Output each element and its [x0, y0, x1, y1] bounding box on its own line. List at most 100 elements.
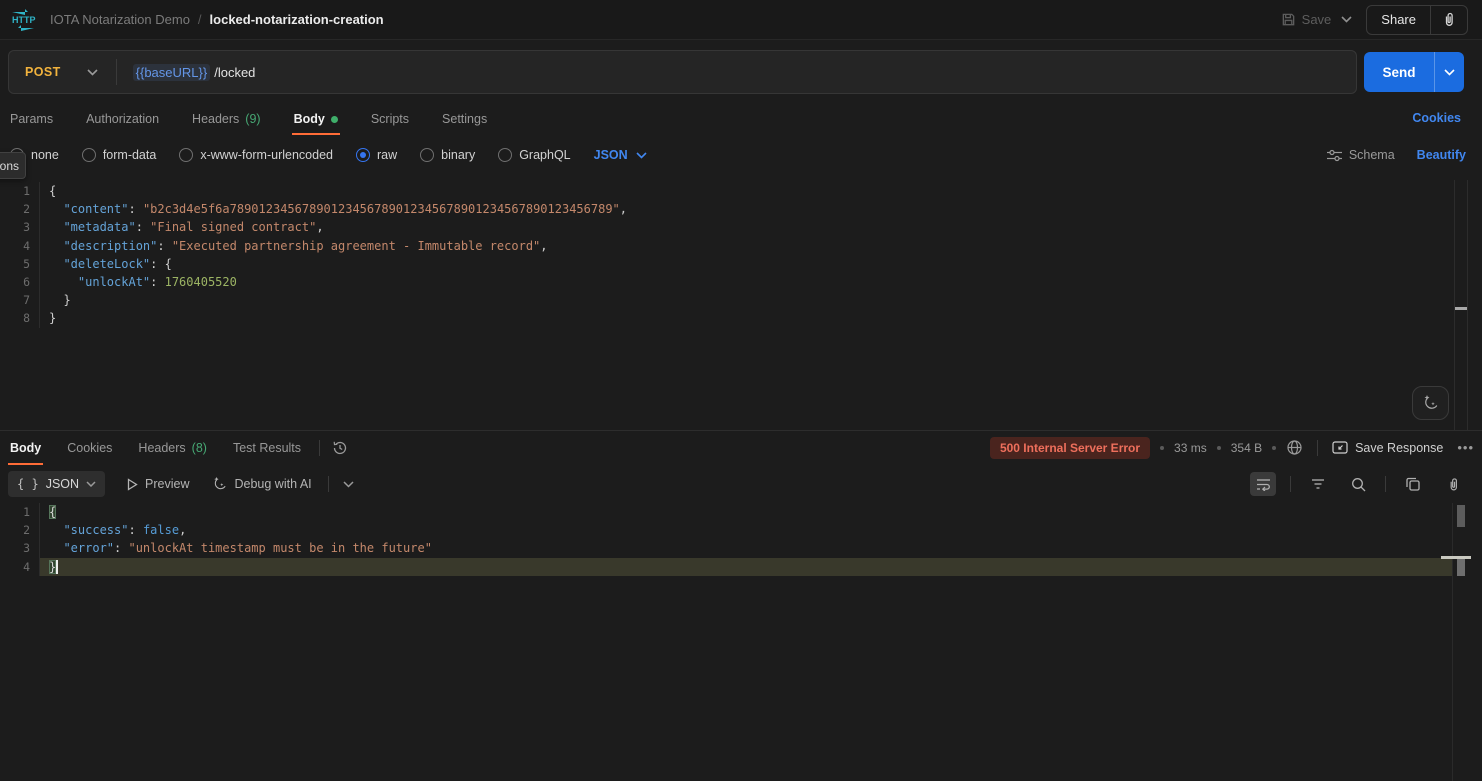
- send-button-group: Send: [1364, 52, 1464, 92]
- breadcrumb-collection[interactable]: IOTA Notarization Demo: [50, 12, 190, 27]
- language-label: JSON: [594, 148, 628, 162]
- code-line[interactable]: 3 "metadata": "Final signed contract",: [0, 218, 1452, 236]
- tab-label: Body: [10, 441, 41, 455]
- code-line[interactable]: 3 "error": "unlockAt timestamp must be i…: [0, 539, 1452, 557]
- line-number: 5: [0, 255, 40, 273]
- unsaved-changes-dot: [331, 116, 338, 123]
- preview-label: Preview: [145, 477, 189, 491]
- body-type-graphql[interactable]: GraphQL: [498, 148, 570, 162]
- save-button[interactable]: Save: [1281, 12, 1332, 27]
- debug-with-ai-button[interactable]: Debug with AI: [212, 476, 312, 492]
- beautify-button[interactable]: Beautify: [1417, 148, 1466, 162]
- copy-link-icon[interactable]: [1430, 6, 1467, 34]
- line-number: 1: [0, 182, 40, 200]
- braces-icon: { }: [17, 477, 39, 491]
- tab-label: Headers: [192, 112, 239, 126]
- copy-icon[interactable]: [1400, 472, 1426, 496]
- save-response-button[interactable]: Save Response: [1332, 441, 1443, 455]
- code-line[interactable]: 8}: [0, 309, 1452, 327]
- response-history-icon[interactable]: [332, 440, 348, 456]
- code-line[interactable]: 5 "deleteLock": {: [0, 255, 1452, 273]
- toolbar-chevron-icon[interactable]: [343, 481, 354, 488]
- share-button-group: Share: [1366, 5, 1468, 35]
- radio-icon: [356, 148, 370, 162]
- cookies-link[interactable]: Cookies: [1412, 111, 1461, 125]
- request-tab-scripts[interactable]: Scripts: [369, 104, 411, 134]
- code-line[interactable]: 1{: [0, 503, 1452, 521]
- response-body-editor[interactable]: 1{2 "success": false,3 "error": "unlockA…: [0, 503, 1452, 576]
- line-number: 6: [0, 273, 40, 291]
- filter-icon[interactable]: [1305, 472, 1331, 496]
- wrap-text-button[interactable]: [1250, 472, 1276, 496]
- request-body-editor[interactable]: 1{2 "content": "b2c3d4e5f6a7890123456789…: [0, 182, 1452, 328]
- response-format-selector[interactable]: { } JSON: [8, 471, 105, 497]
- body-type-binary[interactable]: binary: [420, 148, 475, 162]
- send-button[interactable]: Send: [1364, 52, 1434, 92]
- body-type-options: noneform-datax-www-form-urlencodedrawbin…: [10, 140, 1312, 170]
- sliders-icon: [1327, 149, 1342, 162]
- body-type-x-www-form-urlencoded[interactable]: x-www-form-urlencoded: [179, 148, 333, 162]
- cursor-position-marker: [1441, 556, 1471, 559]
- url-input[interactable]: {{baseURL}} /locked: [133, 64, 256, 81]
- code-line[interactable]: 4}: [0, 558, 1452, 576]
- request-tab-headers[interactable]: Headers(9): [190, 104, 263, 134]
- http-request-icon: HTTP: [10, 9, 36, 31]
- code-content: }: [40, 309, 1452, 327]
- status-badge[interactable]: 500 Internal Server Error: [990, 437, 1150, 459]
- schema-button[interactable]: Schema: [1327, 148, 1395, 162]
- breadcrumb-separator: /: [198, 12, 202, 27]
- code-line[interactable]: 4 "description": "Executed partnership a…: [0, 237, 1452, 255]
- edge-tooltip-fragment: ons: [0, 152, 26, 179]
- code-line[interactable]: 2 "content": "b2c3d4e5f6a789012345678901…: [0, 200, 1452, 218]
- request-url-bar: POST {{baseURL}} /locked: [8, 50, 1357, 94]
- preview-button[interactable]: Preview: [127, 477, 189, 491]
- response-tab-test-results[interactable]: Test Results: [231, 431, 303, 464]
- response-tab-headers[interactable]: Headers(8): [136, 431, 209, 464]
- share-button[interactable]: Share: [1367, 12, 1430, 27]
- request-tab-settings[interactable]: Settings: [440, 104, 489, 134]
- request-tab-authorization[interactable]: Authorization: [84, 104, 161, 134]
- postbot-ai-button[interactable]: [1412, 386, 1449, 420]
- line-number: 8: [0, 309, 40, 327]
- radio-label: GraphQL: [519, 148, 570, 162]
- body-type-raw[interactable]: raw: [356, 148, 397, 162]
- language-selector[interactable]: JSON: [594, 148, 647, 162]
- response-tab-body[interactable]: Body: [8, 431, 43, 464]
- code-line[interactable]: 1{: [0, 182, 1452, 200]
- response-time[interactable]: 33 ms: [1174, 441, 1207, 455]
- response-tab-cookies[interactable]: Cookies: [65, 431, 114, 464]
- code-line[interactable]: 6 "unlockAt": 1760405520: [0, 273, 1452, 291]
- code-content: }: [40, 291, 1452, 309]
- tab-count-badge: (8): [192, 441, 207, 455]
- meta-separator-dot: [1272, 446, 1276, 450]
- line-number: 4: [0, 237, 40, 255]
- radio-label: binary: [441, 148, 475, 162]
- save-options-chevron-icon[interactable]: [1341, 16, 1352, 23]
- body-type-form-data[interactable]: form-data: [82, 148, 157, 162]
- request-tabs: Params Authorization Headers(9) Body Scripts…: [8, 104, 518, 134]
- method-selector[interactable]: POST: [9, 65, 116, 79]
- request-tab-params[interactable]: Params: [8, 104, 55, 134]
- save-icon: [1281, 12, 1296, 27]
- network-globe-icon[interactable]: [1286, 439, 1303, 456]
- line-number: 1: [0, 503, 40, 521]
- more-options-icon[interactable]: •••: [1457, 440, 1474, 455]
- method-chevron-icon: [87, 69, 98, 76]
- url-variable-chip[interactable]: {{baseURL}}: [133, 64, 211, 81]
- link-icon[interactable]: [1440, 472, 1466, 496]
- request-tab-body[interactable]: Body: [292, 104, 340, 134]
- url-path[interactable]: /locked: [214, 65, 255, 80]
- tab-label: Settings: [442, 112, 487, 126]
- tools-divider: [1385, 476, 1386, 492]
- scrollbar-thumb[interactable]: [1457, 505, 1465, 527]
- request-editor-scrollbar[interactable]: [1454, 180, 1468, 430]
- response-size[interactable]: 354 B: [1231, 441, 1262, 455]
- code-line[interactable]: 2 "success": false,: [0, 521, 1452, 539]
- send-options-chevron-icon[interactable]: [1434, 52, 1464, 92]
- response-editor-scrollbar[interactable]: [1452, 503, 1470, 781]
- tabs-divider: [319, 440, 320, 456]
- breadcrumb-request-name[interactable]: locked-notarization-creation: [210, 12, 384, 27]
- search-icon[interactable]: [1345, 472, 1371, 496]
- code-line[interactable]: 7 }: [0, 291, 1452, 309]
- meta-divider: [1317, 440, 1318, 456]
